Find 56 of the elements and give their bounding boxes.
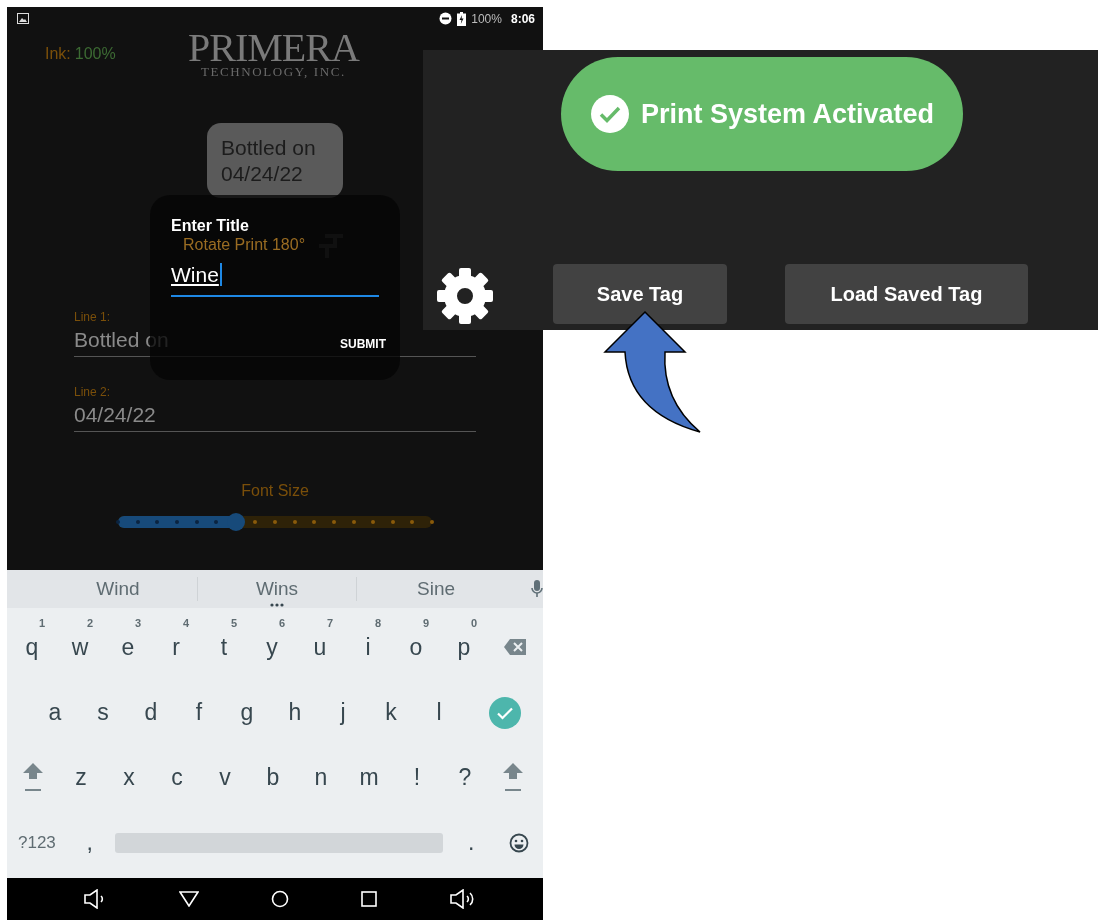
keyboard-key[interactable]: n <box>297 753 345 802</box>
keyboard-key[interactable]: , <box>64 818 115 867</box>
done-check-icon[interactable] <box>489 696 521 729</box>
ink-level: 100% <box>74 45 116 62</box>
battery-percent: 100% <box>471 11 502 26</box>
keyboard-key[interactable]: j <box>319 688 367 737</box>
keyboard-key[interactable]: ! <box>393 753 441 802</box>
battery-charging-icon <box>457 11 467 26</box>
home-icon[interactable] <box>271 890 289 908</box>
submit-button[interactable]: SUBMIT <box>340 335 386 353</box>
font-size-label: Font Size <box>240 482 310 500</box>
keyboard-key[interactable]: a <box>31 688 79 737</box>
shift-icon[interactable] <box>22 762 44 793</box>
recents-icon[interactable] <box>361 891 377 907</box>
toast-message: Print System Activated <box>641 98 935 130</box>
keyboard-key[interactable]: h <box>271 688 319 737</box>
clock-time: 8:06 <box>510 11 535 26</box>
text-field[interactable]: Line 2: 04/24/22 <box>74 385 476 432</box>
keyboard-key[interactable]: l <box>415 688 463 737</box>
keyboard-key[interactable]: b <box>249 753 297 802</box>
keyboard-key[interactable]: . <box>447 818 496 867</box>
font-size-slider[interactable] <box>118 516 432 528</box>
back-icon[interactable] <box>179 891 199 907</box>
more-dots-icon <box>270 603 284 607</box>
dialog-title: Enter Title <box>171 217 250 235</box>
word-suggestion[interactable]: Sine <box>417 578 455 600</box>
keyboard-key[interactable]: ? <box>441 753 489 802</box>
emoji-icon[interactable] <box>509 832 530 853</box>
keyboard-key[interactable]: c <box>153 753 201 802</box>
symbols-key[interactable]: ?123 <box>9 818 65 867</box>
keyboard-key[interactable]: f <box>175 688 223 737</box>
tag-button[interactable]: Save Tag <box>553 264 727 324</box>
word-suggestion[interactable]: Wins <box>255 578 299 600</box>
slider-thumb[interactable] <box>226 513 245 531</box>
microphone-icon[interactable] <box>531 580 543 598</box>
keyboard-key[interactable]: g <box>223 688 271 737</box>
image-icon <box>17 13 29 24</box>
settings-icon[interactable] <box>435 266 495 326</box>
keyboard-key[interactable]: x <box>105 753 153 802</box>
keyboard-key[interactable]: k <box>367 688 415 737</box>
title-input[interactable]: Wine <box>171 263 379 297</box>
keyboard-key[interactable]: m <box>345 753 393 802</box>
keyboard-key[interactable]: s <box>79 688 127 737</box>
keyboard-key[interactable]: v <box>201 753 249 802</box>
keyboard-key[interactable]: z <box>57 753 105 802</box>
ink-label: Ink: <box>45 45 71 62</box>
do-not-disturb-icon <box>439 12 453 25</box>
keyboard-key[interactable]: d <box>127 688 175 737</box>
word-suggestion[interactable]: Wind <box>96 578 140 600</box>
label-preview: Bottled on 04/24/22 <box>207 123 343 198</box>
logo-subtitle: TECHNOLOGY, INC. <box>200 64 346 80</box>
rotate-print-label: Rotate Print 180° <box>183 236 306 254</box>
backspace-icon[interactable] <box>504 639 526 655</box>
tag-button[interactable]: Load Saved Tag <box>785 264 1028 324</box>
check-circle-icon <box>591 95 629 133</box>
shift-icon[interactable] <box>502 762 524 793</box>
